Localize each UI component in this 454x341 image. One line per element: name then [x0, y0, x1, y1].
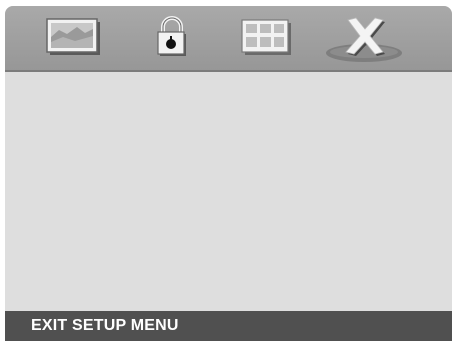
grid-panel-icon: [241, 19, 291, 55]
tab-picture-setup[interactable]: [39, 10, 111, 64]
status-bar: EXIT SETUP MENU: [5, 311, 452, 341]
dvd-setup-screen: EXIT SETUP MENU: [0, 0, 454, 341]
tab-preference-setup[interactable]: [231, 10, 305, 64]
setup-content-area: [5, 72, 452, 305]
tab-exit-setup[interactable]: [323, 10, 409, 64]
picture-setup-icon: [46, 18, 100, 55]
tab-password-setup[interactable]: [137, 10, 207, 64]
setup-menu-panel: EXIT SETUP MENU: [5, 6, 452, 341]
setup-tab-bar: [5, 6, 452, 72]
status-text: EXIT SETUP MENU: [31, 317, 179, 334]
exit-x-icon: [326, 17, 402, 62]
padlock-icon: [157, 16, 186, 56]
